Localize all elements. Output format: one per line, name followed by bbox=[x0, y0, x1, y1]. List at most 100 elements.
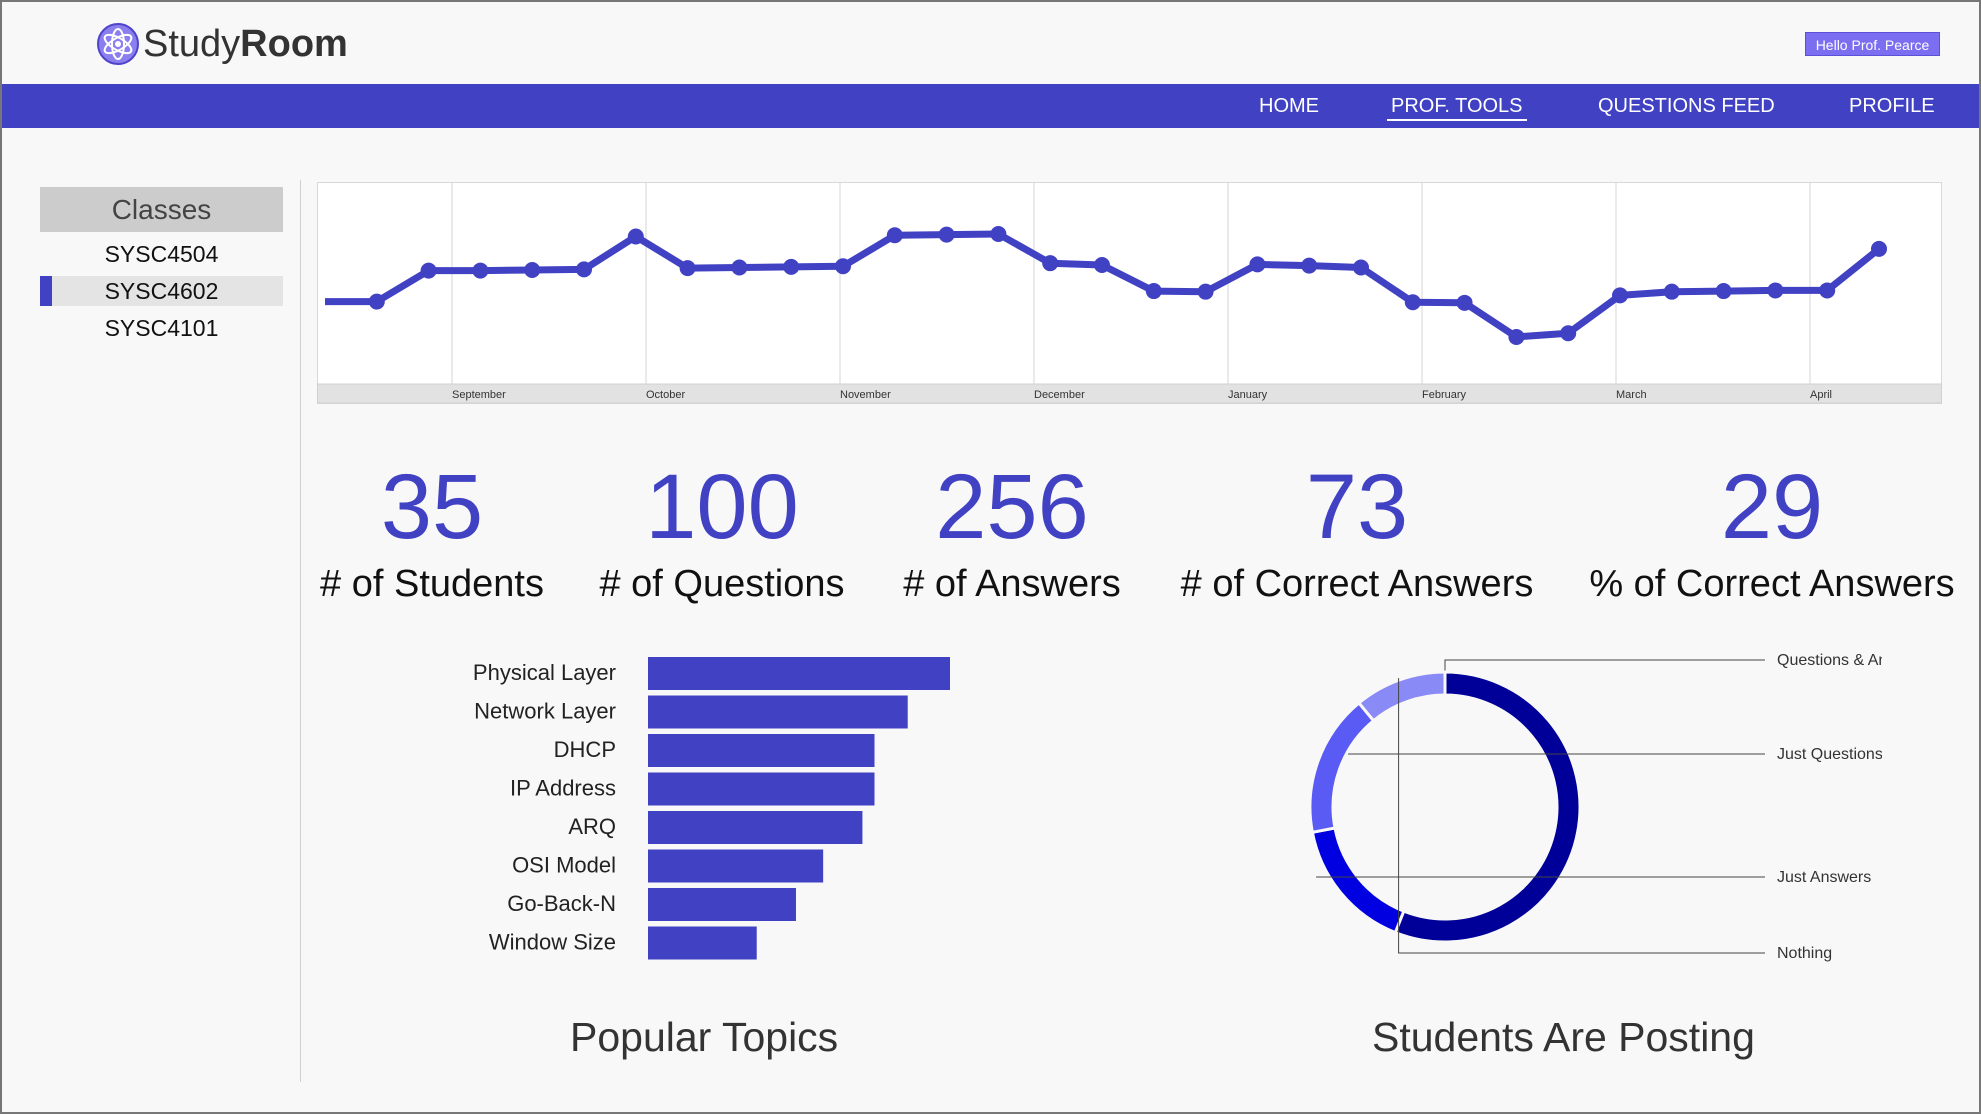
donut-leader-line bbox=[1398, 678, 1765, 954]
stat-correct-answers: 73 # of Correct Answers bbox=[1162, 457, 1552, 609]
data-point bbox=[1197, 283, 1214, 300]
data-point bbox=[368, 293, 385, 310]
data-point bbox=[1042, 255, 1059, 272]
class-item-label: SYSC4101 bbox=[104, 315, 219, 341]
bar bbox=[648, 772, 875, 806]
data-point bbox=[1456, 294, 1473, 311]
nav-home-label: HOME bbox=[1259, 95, 1319, 117]
data-point bbox=[1249, 256, 1266, 273]
sidebar-divider bbox=[300, 180, 301, 1082]
data-point bbox=[1094, 257, 1110, 274]
nav-bar: HOME PROF. TOOLS QUESTIONS FEED PROFILE bbox=[2, 84, 1979, 128]
bar bbox=[648, 657, 950, 690]
bar bbox=[648, 849, 824, 883]
popular-topics-chart-svg: Physical Layer Network Layer DHCP IP Addres… bbox=[473, 657, 950, 960]
bar bbox=[648, 888, 796, 921]
bar-category-label: ARQ bbox=[568, 814, 616, 839]
donut-slice bbox=[1310, 826, 1406, 935]
data-point bbox=[420, 262, 437, 279]
stat-label: # of Answers bbox=[903, 563, 1121, 605]
donut-leader-line bbox=[1444, 659, 1765, 672]
data-point bbox=[627, 228, 644, 245]
class-item-sysc4101[interactable]: SYSC4101 bbox=[40, 313, 283, 343]
stat-label: # of Correct Answers bbox=[1180, 563, 1534, 605]
chart-x-tick-label: September bbox=[452, 389, 506, 401]
bar-category-label: DHCP bbox=[554, 737, 616, 762]
data-point bbox=[731, 259, 748, 276]
stat-value: 100 bbox=[645, 456, 799, 558]
data-point bbox=[1353, 259, 1369, 276]
data-point bbox=[1404, 294, 1421, 311]
data-point bbox=[1145, 283, 1162, 300]
data-point bbox=[1663, 283, 1680, 300]
classes-header: Classes bbox=[40, 187, 283, 232]
data-point bbox=[679, 260, 696, 277]
data-point bbox=[1819, 282, 1836, 299]
stat-label: # of Students bbox=[320, 563, 544, 605]
app-name: StudyRoom bbox=[143, 23, 348, 66]
class-item-sysc4504[interactable]: SYSC4504 bbox=[40, 239, 283, 269]
nav-home[interactable]: HOME bbox=[1259, 84, 1319, 128]
donut-slice bbox=[1308, 700, 1376, 835]
data-point bbox=[783, 258, 800, 275]
data-point bbox=[1301, 257, 1318, 274]
bar bbox=[648, 926, 757, 960]
bar-category-label: Window Size bbox=[489, 930, 616, 955]
data-point bbox=[1612, 287, 1628, 304]
data-point bbox=[1715, 283, 1732, 300]
greeting-badge[interactable]: Hello Prof. Pearce bbox=[1805, 32, 1940, 56]
stat-questions: 100 # of Questions bbox=[582, 457, 862, 609]
nav-prof-tools-label: PROF. TOOLS bbox=[1387, 95, 1527, 121]
class-item-label: SYSC4602 bbox=[104, 278, 219, 304]
logo-text-plain: Study bbox=[143, 22, 241, 65]
bar-category-label: Physical Layer bbox=[473, 660, 616, 685]
class-item-sysc4602[interactable]: SYSC4602 bbox=[40, 276, 283, 306]
activity-line-chart-svg: September October November December January F… bbox=[317, 182, 1942, 404]
chart-x-tick-label: February bbox=[1422, 389, 1467, 401]
studyroom-logo[interactable]: StudyRoom bbox=[96, 16, 348, 72]
bar-category-label: OSI Model bbox=[512, 853, 616, 878]
nav-profile[interactable]: PROFILE bbox=[1849, 84, 1935, 128]
stat-value: 29 bbox=[1720, 456, 1824, 558]
data-point bbox=[835, 258, 851, 275]
bar-category-label: Go-Back-N bbox=[507, 891, 616, 916]
stat-students: 35 # of Students bbox=[302, 457, 562, 609]
chart-x-axis-band bbox=[317, 383, 1942, 404]
bar bbox=[648, 811, 863, 844]
stat-value: 35 bbox=[380, 456, 484, 558]
posting-donut-chart: Questions & Answers Just Questions Just An… bbox=[1302, 642, 1929, 972]
bar-category-label: Network Layer bbox=[474, 699, 616, 724]
data-point bbox=[1508, 328, 1525, 345]
data-point bbox=[938, 226, 955, 243]
nav-prof-tools[interactable]: PROF. TOOLS bbox=[1387, 84, 1527, 128]
stat-label: # of Questions bbox=[599, 563, 845, 605]
activity-line-chart: September October November December January F… bbox=[317, 182, 1942, 408]
popular-topics-title: Popular Topics bbox=[570, 1014, 839, 1060]
data-point bbox=[1560, 325, 1577, 342]
stat-value: 256 bbox=[935, 456, 1089, 558]
chart-x-tick-label: January bbox=[1228, 389, 1268, 401]
class-item-label: SYSC4504 bbox=[104, 241, 219, 267]
students-posting-title: Students Are Posting bbox=[1372, 1014, 1755, 1060]
bar-category-label: IP Address bbox=[510, 776, 616, 801]
data-point bbox=[524, 261, 541, 278]
chart-x-tick-label: December bbox=[1034, 389, 1085, 401]
data-point bbox=[1767, 282, 1784, 299]
stat-value: 73 bbox=[1305, 456, 1409, 558]
donut-slice bbox=[1393, 670, 1582, 944]
donut-slice bbox=[1356, 670, 1447, 723]
nav-profile-label: PROFILE bbox=[1849, 95, 1935, 117]
chart-x-tick-label: April bbox=[1810, 389, 1832, 401]
nav-questions-feed[interactable]: QUESTIONS FEED bbox=[1598, 84, 1775, 128]
data-point bbox=[1871, 240, 1887, 257]
bar bbox=[648, 695, 908, 729]
atom-logo-icon bbox=[97, 23, 139, 65]
data-point bbox=[886, 227, 903, 244]
app-window: StudyRoom Hello Prof. Pearce HOME PROF. … bbox=[0, 0, 1981, 1114]
donut-category-label: Nothing bbox=[1777, 945, 1832, 962]
logo-text-bold: Room bbox=[240, 22, 348, 65]
stat-label: % of Correct Answers bbox=[1589, 563, 1955, 605]
nav-questions-feed-label: QUESTIONS FEED bbox=[1598, 95, 1775, 117]
donut-category-label: Just Answers bbox=[1777, 869, 1871, 886]
chart-x-tick-label: March bbox=[1616, 389, 1647, 401]
